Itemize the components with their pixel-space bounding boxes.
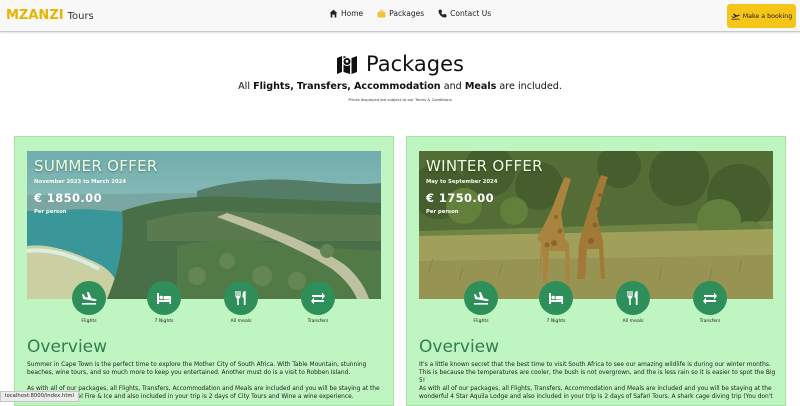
phone-icon — [438, 9, 447, 18]
feature-flights: Flights — [451, 281, 511, 324]
included-suffix: are included. — [499, 81, 562, 92]
features-summer: Flights 7 Nights All meals Transfers — [15, 281, 395, 329]
offer-price: € 1850.00 — [34, 191, 102, 205]
feature-label: All meals — [622, 319, 644, 324]
make-booking-label: Make a booking — [742, 12, 793, 20]
offer-title: WINTER OFFER — [426, 157, 543, 175]
feature-label: Flights — [81, 319, 97, 324]
nav-home-label: Home — [341, 9, 364, 18]
feature-transfers: Transfers — [288, 281, 348, 324]
feature-nights: 7 Nights — [134, 281, 194, 324]
feature-label: Flights — [473, 319, 489, 324]
offer-dates: May to September 2024 — [426, 179, 498, 185]
brand-logo[interactable]: MZANZI Tours — [6, 8, 94, 24]
feature-label: 7 Nights — [546, 319, 566, 324]
feature-label: Transfers — [699, 319, 721, 324]
included-and: and — [443, 81, 462, 92]
included-prefix: All — [238, 81, 251, 92]
included-transfers: Transfers, — [296, 81, 351, 92]
make-booking-button[interactable]: Make a booking — [727, 4, 796, 28]
page-title: Packages — [366, 52, 464, 76]
included-meals: Meals — [464, 81, 497, 92]
overview-paragraph: As with all of our packages, all Flights… — [27, 386, 380, 401]
nav-packages-label: Packages — [389, 9, 425, 18]
feature-meals: All meals — [211, 281, 271, 324]
offer-title: SUMMER OFFER — [34, 157, 158, 175]
feature-label: Transfers — [307, 319, 329, 324]
overview-title: Overview — [419, 337, 500, 357]
feature-flights: Flights — [59, 281, 119, 324]
nav-home[interactable]: Home — [329, 9, 363, 18]
bed-icon — [157, 293, 171, 304]
included-accommodation: Accommodation — [354, 81, 441, 92]
transfer-arrows-icon — [311, 292, 325, 305]
included-flights: Flights, — [253, 81, 294, 92]
feature-nights: 7 Nights — [526, 281, 586, 324]
nav-packages[interactable]: Packages — [377, 9, 424, 18]
brand-tours: Tours — [67, 11, 94, 22]
feature-transfers: Transfers — [680, 281, 740, 324]
utensils-icon — [627, 291, 638, 305]
hero-image-summer: SUMMER OFFER November 2023 to March 2024… — [27, 151, 381, 299]
package-card-summer: SUMMER OFFER November 2023 to March 2024… — [14, 136, 394, 406]
package-card-winter: WINTER OFFER May to September 2024 € 175… — [406, 136, 786, 406]
plane-departure-icon — [731, 13, 740, 20]
house-icon — [329, 9, 338, 18]
brand-mark: MZANZI — [6, 8, 64, 23]
offer-per-person: Per person — [34, 209, 67, 215]
hero-image-winter: WINTER OFFER May to September 2024 € 175… — [419, 151, 773, 299]
overview-paragraph: It's a little known secret that the best… — [419, 362, 776, 385]
transfer-arrows-icon — [703, 292, 717, 305]
status-bar-url: localhost:8000/index.html — [0, 391, 80, 402]
terms-disclaimer[interactable]: Prices displayed are subject to our Term… — [0, 97, 800, 102]
feature-meals: All meals — [603, 281, 663, 324]
nav-contact-label: Contact Us — [450, 9, 492, 18]
overview-paragraph: Summer in Cape Town is the perfect time … — [27, 362, 367, 377]
navbar: MZANZI Tours Home Packages Contact Us Ma… — [0, 0, 800, 32]
overview-title: Overview — [27, 337, 108, 357]
nav-contact[interactable]: Contact Us — [438, 9, 491, 18]
included-statement: All Flights, Transfers, Accommodation an… — [0, 81, 800, 92]
offer-price: € 1750.00 — [426, 191, 494, 205]
page-title-row: Packages — [0, 52, 800, 76]
feature-label: All meals — [230, 319, 252, 324]
plane-landing-icon — [474, 291, 489, 305]
features-winter: Flights 7 Nights All meals Transfers — [407, 281, 787, 329]
bed-icon — [549, 293, 563, 304]
utensils-icon — [235, 291, 246, 305]
suitcase-icon — [377, 9, 386, 18]
offer-per-person: Per person — [426, 209, 459, 215]
map-icon — [337, 56, 357, 74]
plane-landing-icon — [82, 291, 97, 305]
feature-label: 7 Nights — [154, 319, 174, 324]
overview-paragraph: As with all of our packages, all Flights… — [419, 386, 773, 401]
nav-links: Home Packages Contact Us — [329, 9, 491, 18]
offer-dates: November 2023 to March 2024 — [34, 179, 127, 185]
